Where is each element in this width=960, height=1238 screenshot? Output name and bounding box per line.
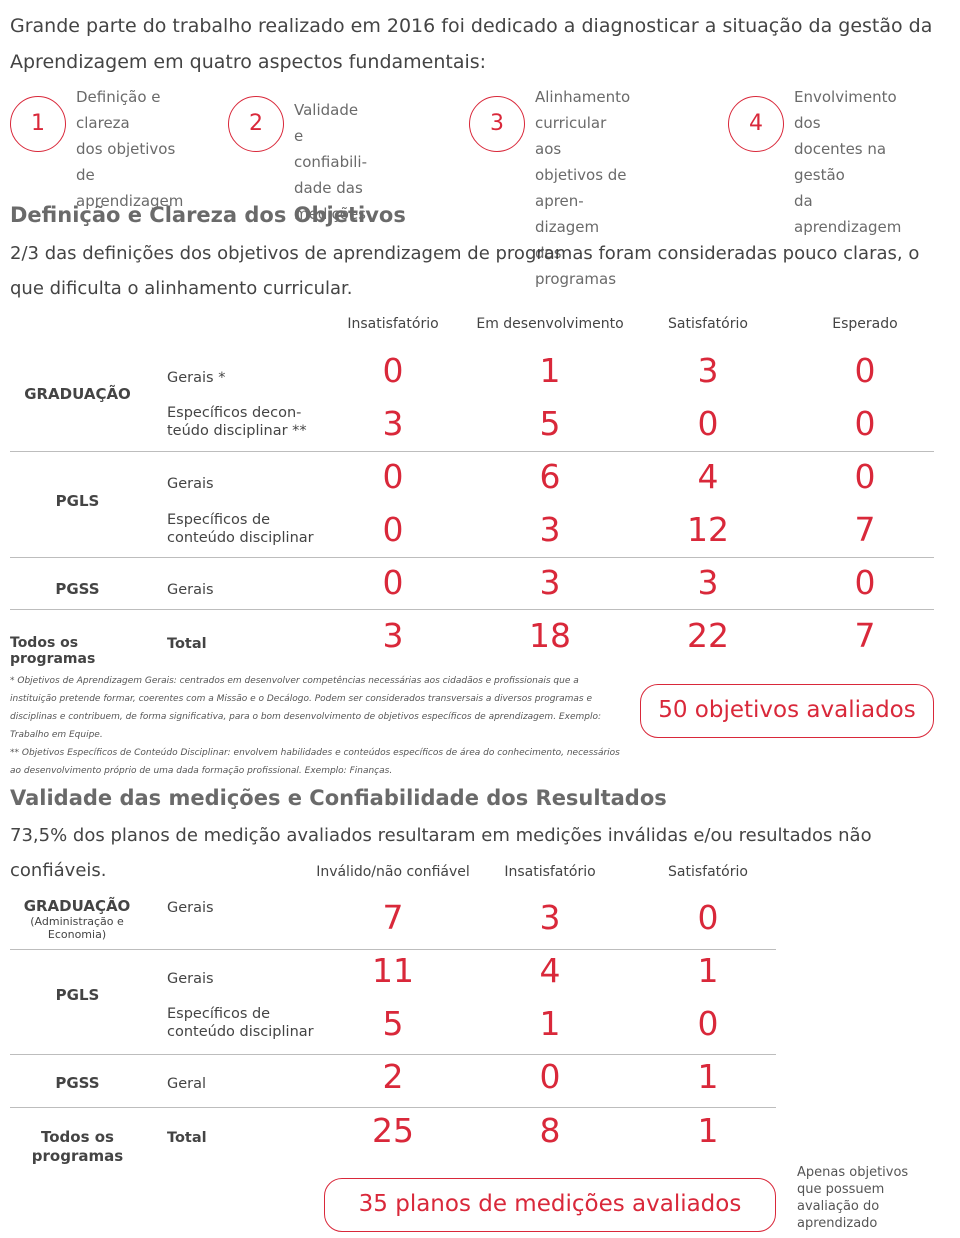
group-label: GRADUAÇÃO (Administração e Economia) bbox=[7, 897, 147, 941]
cell-value: 1 bbox=[539, 1004, 561, 1043]
cell-value: 18 bbox=[529, 616, 571, 655]
footnote-general: * Objetivos de Aprendizagem Gerais: cent… bbox=[10, 676, 601, 740]
cell-value: 25 bbox=[372, 1111, 414, 1150]
col-header: Satisfatório bbox=[668, 316, 748, 332]
cell-value: 0 bbox=[697, 1004, 719, 1043]
cell-value: 0 bbox=[382, 563, 404, 602]
cell-value: 0 bbox=[697, 898, 719, 937]
aspect-number: 2 bbox=[228, 96, 284, 152]
footnote: * Objetivos de Aprendizagem Gerais: cent… bbox=[10, 672, 620, 780]
row-label: Gerais bbox=[167, 971, 214, 987]
group-subname: (Administração e Economia) bbox=[30, 915, 124, 941]
cell-value: 2 bbox=[382, 1057, 404, 1096]
cell-value: 1 bbox=[697, 951, 719, 990]
cell-value: 0 bbox=[854, 351, 876, 390]
cell-value: 22 bbox=[687, 616, 729, 655]
cell-value: 7 bbox=[854, 616, 876, 655]
col-header: Inválido/não confiável bbox=[316, 864, 470, 880]
cell-value: 0 bbox=[854, 404, 876, 443]
aspect-number: 1 bbox=[10, 96, 66, 152]
col-header: Esperado bbox=[832, 316, 898, 332]
section1-title: Definição e Clareza dos Objetivos bbox=[10, 203, 406, 227]
cell-value: 5 bbox=[382, 1004, 404, 1043]
divider bbox=[10, 557, 934, 558]
group-label: GRADUAÇÃO bbox=[24, 385, 131, 403]
col-header: Insatisfatório bbox=[504, 864, 596, 880]
row-label: Específicos decon- teúdo disciplinar ** bbox=[167, 405, 307, 439]
intro-text: Grande parte do trabalho realizado em 20… bbox=[10, 15, 933, 73]
row-label: Total bbox=[167, 636, 207, 652]
cell-value: 12 bbox=[687, 510, 729, 549]
cell-value: 3 bbox=[382, 404, 404, 443]
cell-value: 3 bbox=[697, 351, 719, 390]
divider bbox=[10, 949, 776, 950]
cell-value: 4 bbox=[539, 951, 561, 990]
row-label: Geral bbox=[167, 1076, 207, 1092]
cell-value: 3 bbox=[697, 563, 719, 602]
col-header: Insatisfatório bbox=[347, 316, 439, 332]
group-label: PGLS bbox=[55, 986, 100, 1004]
cell-value: 0 bbox=[539, 1057, 561, 1096]
divider bbox=[10, 451, 934, 452]
group-label: Todos os programas bbox=[10, 635, 96, 667]
aspect-number: 3 bbox=[469, 96, 525, 152]
cell-value: 3 bbox=[539, 898, 561, 937]
cell-value: 1 bbox=[697, 1111, 719, 1150]
row-label: Específicos de conteúdo disciplinar bbox=[167, 1006, 314, 1040]
row-label: Gerais bbox=[167, 582, 214, 598]
side-note: Apenas objetivos que possuem avaliação d… bbox=[797, 1165, 909, 1231]
group-label: PGSS bbox=[55, 1074, 100, 1092]
cell-value: 1 bbox=[697, 1057, 719, 1096]
cell-value: 0 bbox=[382, 351, 404, 390]
cell-value: 0 bbox=[697, 404, 719, 443]
objectives-count-badge: 50 objetivos avaliados bbox=[640, 684, 934, 738]
divider bbox=[10, 609, 934, 610]
cell-value: 1 bbox=[539, 351, 561, 390]
section2-title: Validade das medições e Confiabilidade d… bbox=[10, 786, 667, 810]
col-header: Em desenvolvimento bbox=[476, 316, 624, 332]
group-label: Todos os programas bbox=[31, 1128, 124, 1165]
group-label: PGSS bbox=[55, 580, 100, 598]
cell-value: 0 bbox=[854, 457, 876, 496]
cell-value: 3 bbox=[539, 510, 561, 549]
cell-value: 11 bbox=[372, 951, 414, 990]
cell-value: 4 bbox=[697, 457, 719, 496]
cell-value: 6 bbox=[539, 457, 561, 496]
cell-value: 5 bbox=[539, 404, 561, 443]
cell-value: 8 bbox=[539, 1111, 561, 1150]
row-label: Gerais * bbox=[167, 370, 226, 386]
cell-value: 0 bbox=[854, 563, 876, 602]
group-name: GRADUAÇÃO bbox=[23, 897, 131, 915]
cell-value: 7 bbox=[382, 898, 404, 937]
row-label: Gerais bbox=[167, 476, 214, 492]
aspect-label: Definição e clareza dos objetivos de apr… bbox=[76, 88, 184, 210]
cell-value: 3 bbox=[539, 563, 561, 602]
aspect-label: Envolvimento dos docentes na gestão da a… bbox=[794, 88, 902, 236]
cell-value: 7 bbox=[854, 510, 876, 549]
row-label: Específicos de conteúdo disciplinar bbox=[167, 512, 314, 546]
aspect-number: 4 bbox=[728, 96, 784, 152]
row-label: Gerais bbox=[167, 900, 214, 916]
footnote-specific: ** Objetivos Específicos de Conteúdo Dis… bbox=[10, 748, 620, 776]
row-label: Total bbox=[167, 1130, 207, 1146]
cell-value: 3 bbox=[382, 616, 404, 655]
cell-value: 0 bbox=[382, 457, 404, 496]
divider bbox=[10, 1054, 776, 1055]
cell-value: 0 bbox=[382, 510, 404, 549]
group-label: PGLS bbox=[55, 492, 100, 510]
section1-subtitle: 2/3 das definições dos objetivos de apre… bbox=[10, 243, 920, 299]
col-header: Satisfatório bbox=[668, 864, 748, 880]
divider bbox=[10, 1107, 776, 1108]
plans-count-badge: 35 planos de medições avaliados bbox=[324, 1178, 776, 1232]
